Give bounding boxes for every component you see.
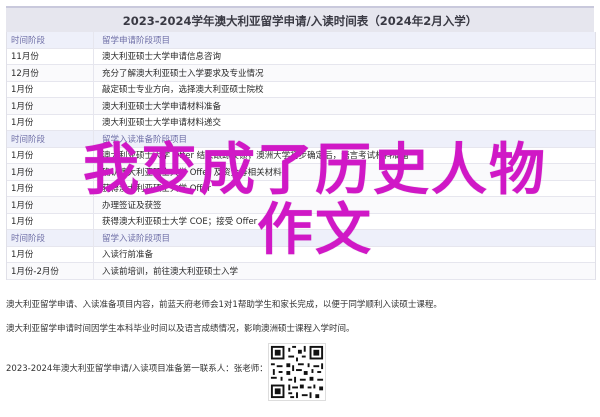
time-cell: 1月份 — [11, 85, 34, 96]
item-cell: 澳大利亚硕士大学申请材料递交 — [102, 118, 222, 129]
qr-code-icon — [268, 343, 326, 401]
table-header-row: 时间阶段 留学申请阶段项目 — [7, 32, 595, 49]
time-cell: 1月份 — [11, 101, 34, 112]
table-row: 1月份 澳大利亚硕士大学申请材料递交 — [7, 114, 595, 131]
item-cell: 留学申请阶段项目 — [102, 35, 171, 46]
table-row: 11月份 澳大利亚硕士大学申请信息咨询 — [7, 48, 595, 65]
table-row: 1月份 敲定硕士专业方向，选择澳大利亚硕士院校 — [7, 81, 595, 98]
document-page: 2023-2024学年澳大利亚留学申请/入读时间表（2024年2月入学） 时间阶… — [0, 0, 600, 417]
time-cell: 时间阶段 — [11, 35, 46, 46]
page-title: 2023-2024学年澳大利亚留学申请/入读时间表（2024年2月入学） — [6, 6, 594, 34]
overlay-line-1: 我变成了历史人物 — [83, 137, 547, 203]
table-row: 12月份 充分了解澳大利亚硕士入学要求及专业情况 — [7, 65, 595, 82]
overlay-line-2: 作文 — [257, 197, 373, 263]
time-cell: 1月份 — [11, 118, 34, 129]
time-cell: 12月份 — [11, 68, 39, 79]
item-cell: 澳大利亚硕士大学申请信息咨询 — [102, 52, 222, 63]
table-row: 1月份 澳大利亚硕士大学申请材料准备 — [7, 98, 595, 115]
item-cell: 澳大利亚硕士大学申请材料准备 — [102, 101, 222, 112]
footer-contact: 2023-2024年澳大利亚留学申请/入读项目准备第一联系人：张老师： — [6, 364, 268, 374]
item-cell: 充分了解澳大利亚硕士入学要求及专业情况 — [102, 68, 264, 79]
item-cell: 敲定硕士专业方向，选择澳大利亚硕士院校 — [102, 85, 264, 96]
table-row: 1月份-2月份 入读前培训，前往澳大利亚硕士入学 — [7, 263, 595, 280]
note-1: 澳大利亚留学申请、入读准备项目内容，前蓝天府老师会1对1帮助学生和家长完成，以便… — [6, 300, 442, 310]
time-cell: 11月份 — [11, 52, 39, 63]
item-cell: 入读前培训，前往澳大利亚硕士入学 — [102, 266, 239, 277]
note-2: 澳大利亚留学申请时间因学生本科毕业时间以及语言成绩情况，影响澳洲硕士课程入学时间… — [6, 324, 355, 334]
time-cell: 1月份-2月份 — [11, 266, 59, 277]
